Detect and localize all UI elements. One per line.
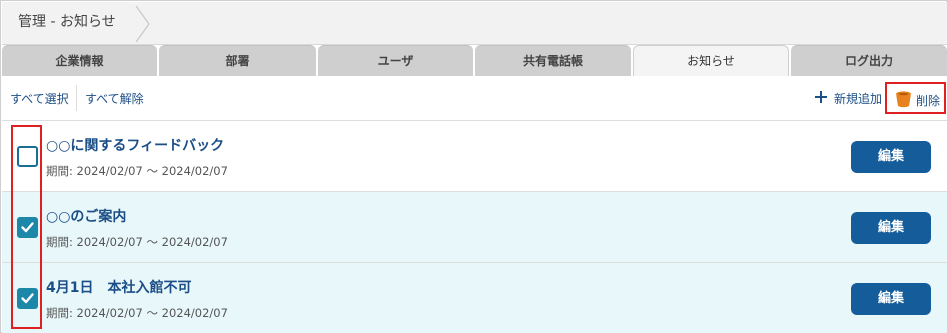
tab-log-export[interactable]: ログ出力 — [791, 45, 947, 76]
checkmark-icon — [21, 293, 34, 304]
delete-button[interactable]: 削除 — [885, 82, 946, 114]
notice-row: ○○のご案内 期間: 2024/02/07 〜 2024/02/07 編集 — [2, 192, 947, 263]
edit-button[interactable]: 編集 — [851, 283, 931, 315]
notice-title[interactable]: 4月1日 本社入館不可 — [46, 277, 191, 297]
notice-row: ○○に関するフィードバック 期間: 2024/02/07 〜 2024/02/0… — [2, 121, 947, 192]
notice-title[interactable]: ○○のご案内 — [46, 206, 126, 226]
delete-label: 削除 — [916, 94, 941, 108]
select-all-link[interactable]: すべて選択 — [10, 90, 69, 107]
notice-checkbox[interactable] — [17, 217, 38, 238]
notice-checkbox[interactable] — [17, 288, 38, 309]
tab-notices[interactable]: お知らせ — [633, 45, 789, 76]
tab-users[interactable]: ユーザ — [318, 45, 473, 76]
tab-bar: 企業情報 部署 ユーザ 共有電話帳 お知らせ ログ出力 — [2, 45, 947, 76]
edit-button[interactable]: 編集 — [851, 212, 931, 244]
tab-shared-phonebook[interactable]: 共有電話帳 — [475, 45, 631, 76]
notice-period: 期間: 2024/02/07 〜 2024/02/07 — [46, 235, 228, 249]
notice-checkbox[interactable] — [17, 146, 38, 167]
edit-button[interactable]: 編集 — [851, 141, 931, 173]
notice-row: 4月1日 本社入館不可 期間: 2024/02/07 〜 2024/02/07 … — [2, 263, 947, 333]
tab-departments[interactable]: 部署 — [159, 45, 316, 76]
breadcrumb: 管理 - お知らせ — [2, 2, 947, 45]
deselect-all-link[interactable]: すべて解除 — [85, 90, 144, 107]
toolbar: すべて選択 すべて解除 新規追加 削除 — [2, 76, 947, 121]
plus-icon — [815, 91, 827, 103]
notice-period: 期間: 2024/02/07 〜 2024/02/07 — [46, 306, 228, 320]
notice-title[interactable]: ○○に関するフィードバック — [46, 135, 224, 155]
tab-company-info[interactable]: 企業情報 — [2, 45, 157, 76]
app-frame: 管理 - お知らせ 企業情報 部署 ユーザ 共有電話帳 お知らせ ログ出力 すべ… — [0, 0, 947, 333]
toolbar-divider — [76, 85, 77, 111]
chevron-right-icon — [135, 5, 150, 43]
breadcrumb-current: 管理 - お知らせ — [2, 2, 130, 44]
notice-period: 期間: 2024/02/07 〜 2024/02/07 — [46, 164, 228, 178]
bucket-icon — [896, 91, 911, 108]
add-notice-label: 新規追加 — [834, 92, 883, 106]
checkmark-icon — [21, 222, 34, 233]
